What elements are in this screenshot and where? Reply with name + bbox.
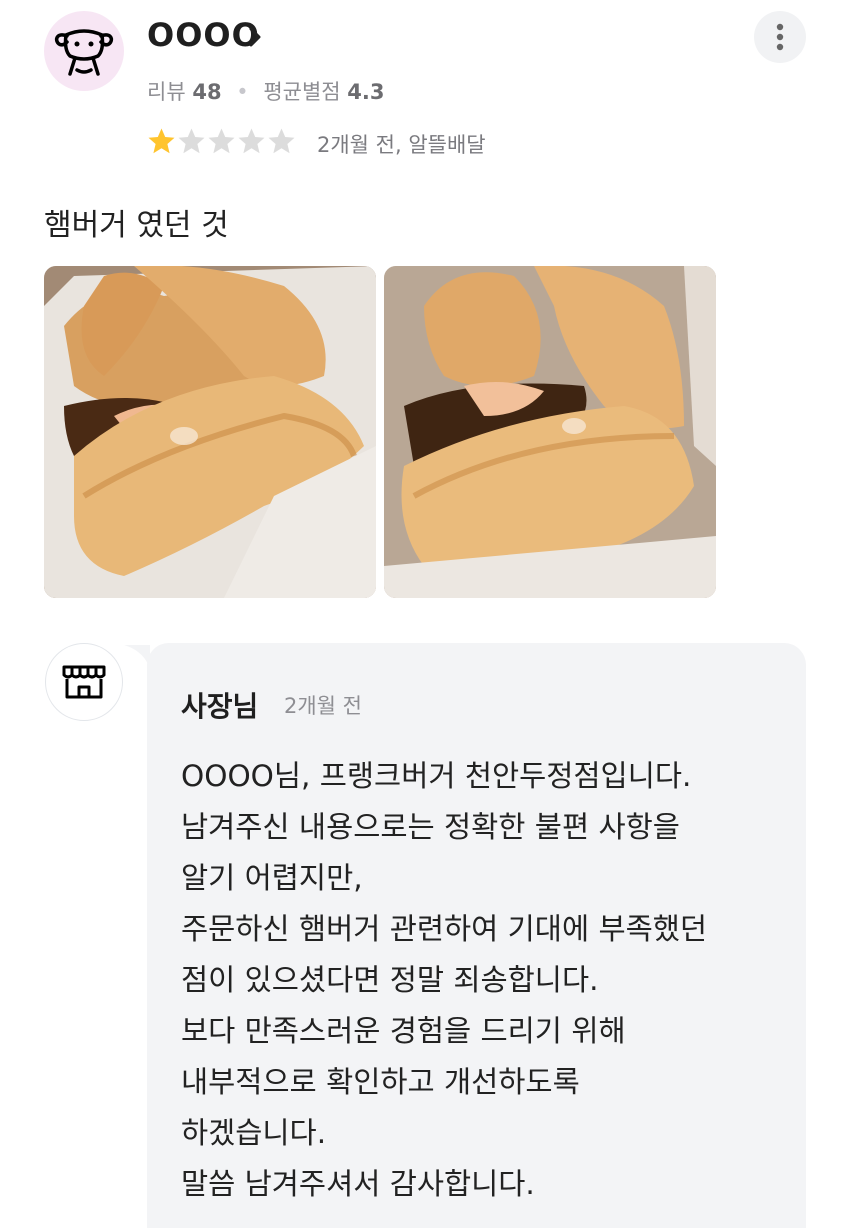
chevron-right-icon[interactable]: [245, 24, 265, 50]
review-time-delivery: 2개월 전, 알뜰배달: [317, 133, 486, 157]
reply-line: 주문하신 햄버거 관련하여 기대에 부족했던: [181, 912, 708, 946]
reply-line: OOOO님, 프랭크버거 천안두정점입니다.: [181, 759, 692, 793]
avg-rating-label: 평균별점: [263, 80, 341, 104]
separator-dot: •: [236, 80, 249, 104]
more-options-button[interactable]: [754, 11, 806, 63]
hamburger-photo-icon: [384, 266, 716, 598]
reviewer-stats: 리뷰 48 • 평균별점 4.3: [147, 76, 385, 106]
reply-line: 하겠습니다.: [181, 1116, 327, 1150]
owner-name: 사장님: [181, 690, 259, 723]
review-text: 햄버거 였던 것: [44, 208, 229, 243]
reply-line: 내부적으로 확인하고 개선하도록: [181, 1065, 580, 1099]
star-filled-icon: [148, 128, 175, 154]
reply-line: 남겨주신 내용으로는 정확한 불편 사항을: [181, 810, 680, 844]
store-icon: [62, 665, 106, 699]
review-photo-2[interactable]: [384, 266, 716, 598]
reply-line: 말씀 남겨주셔서 감사합니다.: [181, 1167, 535, 1201]
reply-line: 보다 만족스러운 경험을 드리기 위해: [181, 1014, 626, 1048]
rating-stars: [147, 127, 296, 156]
cow-avatar-icon: [54, 29, 114, 76]
avg-rating: 4.3: [347, 80, 385, 104]
owner-reply: 사장님 2개월 전 OOOO님, 프랭크버거 천안두정점입니다. 남겨주신 내용으…: [147, 643, 806, 1228]
reply-line: 알기 어렵지만,: [181, 861, 363, 895]
review-photo-1[interactable]: [44, 266, 376, 598]
user-avatar[interactable]: [44, 11, 124, 91]
star-empty-icon: [178, 128, 205, 154]
reviewer-name[interactable]: OOOO: [147, 16, 260, 54]
owner-avatar: [45, 643, 123, 721]
reply-line: 점이 있으셨다면 정말 죄송합니다.: [181, 963, 599, 997]
star-empty-icon: [238, 128, 265, 154]
hamburger-photo-icon: [44, 266, 376, 598]
reply-text: OOOO님, 프랭크버거 천안두정점입니다. 남겨주신 내용으로는 정확한 불편 …: [181, 751, 707, 1210]
reply-time: 2개월 전: [284, 694, 362, 718]
star-empty-icon: [268, 128, 295, 154]
more-vertical-icon: [776, 23, 784, 51]
review-count: 48: [192, 80, 222, 104]
review-count-label: 리뷰: [147, 80, 186, 104]
star-empty-icon: [208, 128, 235, 154]
